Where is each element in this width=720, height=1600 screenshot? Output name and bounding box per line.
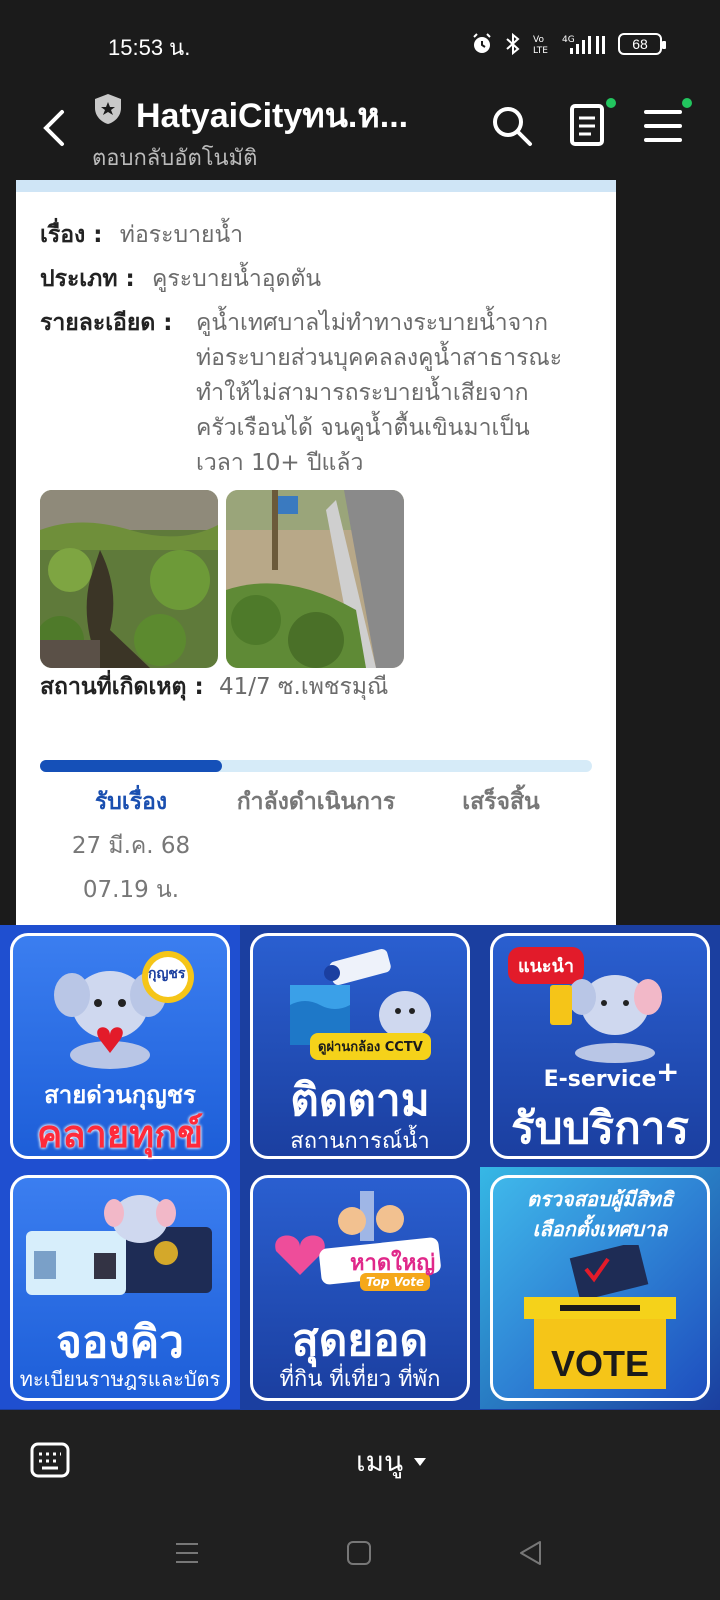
svg-text:Vo: Vo [533,35,544,45]
rich-menu-hotline[interactable]: กุญชร สายด่วนกุญชร คลายทุกข์ [0,925,240,1167]
svg-text:LTE: LTE [533,46,548,56]
complaint-photo-1[interactable] [40,490,218,668]
rich-menu-topvote[interactable]: หาดใหญ่ Top Vote สุดยอด ที่กิน ที่เที่ยว… [240,1167,480,1409]
detail-line: คูน้ำเทศบาลไม่ทำทางระบายน้ำจาก [196,310,549,336]
location-label: สถานที่เกิดเหตุ : [40,674,204,700]
system-nav-bar [0,1510,720,1600]
chevron-left-icon [43,110,64,146]
complaint-card: เรื่อง : ท่อระบายน้ำ ประเภท : คูระบายน้ำ… [16,180,616,925]
received-time: 07.19 น. [82,877,180,903]
type-row: ประเภท : คูระบายน้ำอุดตัน [40,262,321,297]
battery-icon: 68 [618,33,666,55]
home-icon [347,1541,371,1565]
detail-value: คูน้ำเทศบาลไม่ทำทางระบายน้ำจาก ท่อระบายส… [196,306,606,481]
top-vote-badge: Top Vote [366,1275,425,1289]
svg-text:4G: 4G [562,35,575,45]
location-row: สถานที่เกิดเหตุ : 41/7 ซ.เพชรมุณี [40,670,388,705]
rich-menu-queue[interactable]: จองคิว ทะเบียนราษฎรและบัตร [0,1167,240,1409]
plus-icon: + [656,1055,680,1088]
menu-button[interactable] [640,98,692,150]
step-received: รับเรื่อง [94,789,168,815]
subject-value: ท่อระบายน้ำ [119,222,244,248]
rich-menu-election[interactable]: ตรวจสอบผู้มีสิทธิ เลือกตั้งเทศบาล VOTE [480,1167,720,1409]
menu-bar: เมนู [0,1410,720,1510]
hamburger-icon [644,110,682,142]
rich-menu-water[interactable]: ดูผ่านกล้อง CCTV ติดตาม สถานการณ์น้ำ [240,925,480,1167]
rich-menu-eservice[interactable]: แนะนำ E-service + รับบริการ [480,925,720,1167]
topvote-subtitle: ที่กิน ที่เที่ยว ที่พัก [279,1367,441,1392]
detail-label: รายละเอียด : [40,310,173,336]
type-label: ประเภท : [40,266,135,292]
status-progress-bar [40,760,592,772]
menu-label: เมนู [356,1445,404,1478]
keyboard-icon [30,1442,70,1478]
card-top-band [16,180,616,192]
subject-label: เรื่อง : [40,222,103,248]
search-button[interactable] [488,102,536,150]
back-triangle-icon [520,1541,541,1565]
hotline-badge: กุญชร [148,966,186,982]
rich-menu-toggle[interactable]: เมนู [356,1440,427,1484]
chat-subtitle: ตอบกลับอัตโนมัติ [92,146,258,171]
notes-button[interactable] [564,98,616,150]
notification-dot [682,98,692,108]
status-progress-fill [40,760,223,772]
chat-header: HatyaiCityทน.ห... ตอบกลับอัตโนมัติ [0,80,720,180]
step-in-progress: กำลังดำเนินการ [236,789,396,815]
detail-line: เวลา 10+ ปีแล้ว [196,450,364,476]
election-line2: เลือกตั้งเทศบาล [532,1217,668,1241]
queue-subtitle: ทะเบียนราษฎรและบัตร [19,1367,221,1391]
chat-title: HatyaiCityทน.ห... [136,97,409,135]
eservice-subtitle: E-service [543,1067,657,1092]
detail-line: ท่อระบายส่วนบุคคลลงคูน้ำสาธารณะ [196,345,563,371]
bluetooth-icon [504,32,522,56]
cctv-badge: ดูผ่านกล้อง CCTV [310,1033,431,1060]
status-time: 15:53 น. [108,35,191,60]
location-value: 41/7 ซ.เพชรมุณี [218,674,389,700]
volte-icon: Vo LTE [532,32,552,56]
detail-line: ทำให้ไม่สามารถระบายน้ำเสียจาก [196,380,529,406]
home-button[interactable] [346,1540,372,1570]
notes-icon [570,104,604,146]
caret-down-icon [414,1458,427,1466]
nav-back-button[interactable] [518,1540,544,1570]
recent-apps-button[interactable] [174,1540,200,1570]
hotline-title: คลายทุกข์ [36,1112,204,1156]
alarm-icon [470,32,494,56]
keyboard-button[interactable] [30,1442,70,1478]
step-completed: เสร็จสิ้น [462,789,540,815]
detail-row: รายละเอียด : [40,306,173,341]
search-icon [493,107,532,146]
subject-row: เรื่อง : ท่อระบายน้ำ [40,218,243,253]
id-card-icon [26,1195,212,1295]
rich-menu: กุญชร สายด่วนกุญชร คลายทุกข์ ดูผ่านกล้อง… [0,925,720,1410]
water-subtitle: สถานการณ์น้ำ [290,1129,430,1154]
notification-dot [606,98,616,108]
shield-icon [92,92,124,126]
vote-label: VOTE [550,1343,649,1384]
detail-line: ครัวเรือนได้ จนคูน้ำตื้นเขินมาเป็น [196,415,530,441]
election-line1: ตรวจสอบผู้มีสิทธิ [526,1187,674,1211]
eservice-title: รับบริการ [510,1103,690,1154]
complaint-photo-2[interactable] [226,490,404,668]
received-date: 27 มี.ค. 68 [71,833,191,859]
back-button[interactable] [36,104,76,152]
status-bar: 15:53 น. Vo LTE 4G 68 [0,0,720,80]
signal-4g-icon: 4G [562,32,608,56]
recents-icon [176,1543,198,1563]
elephant-phone-icon [550,975,662,1063]
chat-area[interactable]: เรื่อง : ท่อระบายน้ำ ประเภท : คูระบายน้ำ… [0,180,720,1090]
type-value: คูระบายน้ำอุดตัน [152,266,322,292]
